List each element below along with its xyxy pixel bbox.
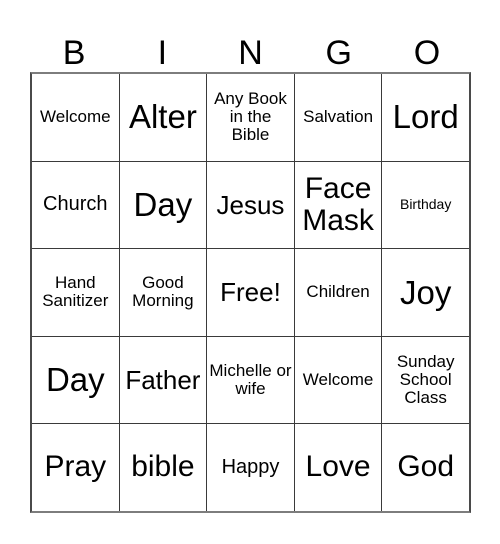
bingo-header-letter-i: I <box>157 34 168 72</box>
bingo-header-letter-g: G <box>325 34 352 72</box>
bingo-card: B I N G O Welcome Alter Any Book in the … <box>0 0 500 544</box>
bingo-cell[interactable]: Children <box>294 249 383 336</box>
bingo-cell[interactable]: Michelle or wife <box>207 336 295 424</box>
bingo-row: Hand Sanitizer Good Morning Free! Childr… <box>32 249 469 337</box>
bingo-cell[interactable]: Happy <box>207 424 295 511</box>
bingo-cell[interactable]: bible <box>119 424 208 511</box>
bingo-cell[interactable]: Day <box>119 161 208 249</box>
bingo-row: Pray bible Happy Love God <box>32 424 469 511</box>
bingo-cell[interactable]: Pray <box>32 424 120 511</box>
bingo-cell[interactable]: Birthday <box>382 161 469 249</box>
bingo-header-letter-o: O <box>413 34 441 72</box>
bingo-cell[interactable]: Love <box>294 424 383 511</box>
bingo-cell[interactable]: Welcome <box>32 74 120 161</box>
bingo-cell[interactable]: Salvation <box>294 74 383 161</box>
bingo-cell[interactable]: Sunday School Class <box>382 336 469 424</box>
bingo-row: Day Father Michelle or wife Welcome Sund… <box>32 336 469 425</box>
bingo-cell[interactable]: Alter <box>119 74 208 161</box>
bingo-header-letter-b: B <box>62 34 86 72</box>
bingo-cell[interactable]: Any Book in the Bible <box>207 74 295 161</box>
bingo-cell[interactable]: Good Morning <box>119 249 208 336</box>
bingo-cell[interactable]: Day <box>32 336 120 424</box>
bingo-cell[interactable]: Lord <box>382 74 469 161</box>
bingo-cell[interactable]: Face Mask <box>294 161 383 249</box>
bingo-cell[interactable]: Hand Sanitizer <box>32 249 120 336</box>
bingo-header-letter-n: N <box>238 34 263 72</box>
bingo-row: Welcome Alter Any Book in the Bible Salv… <box>32 74 469 162</box>
bingo-cell[interactable]: Father <box>119 336 208 424</box>
bingo-cell[interactable]: Welcome <box>294 336 383 424</box>
bingo-header-row: B I N G O <box>30 22 471 72</box>
bingo-cell[interactable]: Joy <box>382 249 469 336</box>
bingo-cell[interactable]: God <box>382 424 469 511</box>
bingo-grid: Welcome Alter Any Book in the Bible Salv… <box>30 72 471 513</box>
bingo-row: Church Day Jesus Face Mask Birthday <box>32 161 469 250</box>
bingo-cell-free-space[interactable]: Free! <box>207 249 295 336</box>
bingo-cell[interactable]: Church <box>32 161 120 249</box>
bingo-cell[interactable]: Jesus <box>207 161 295 249</box>
